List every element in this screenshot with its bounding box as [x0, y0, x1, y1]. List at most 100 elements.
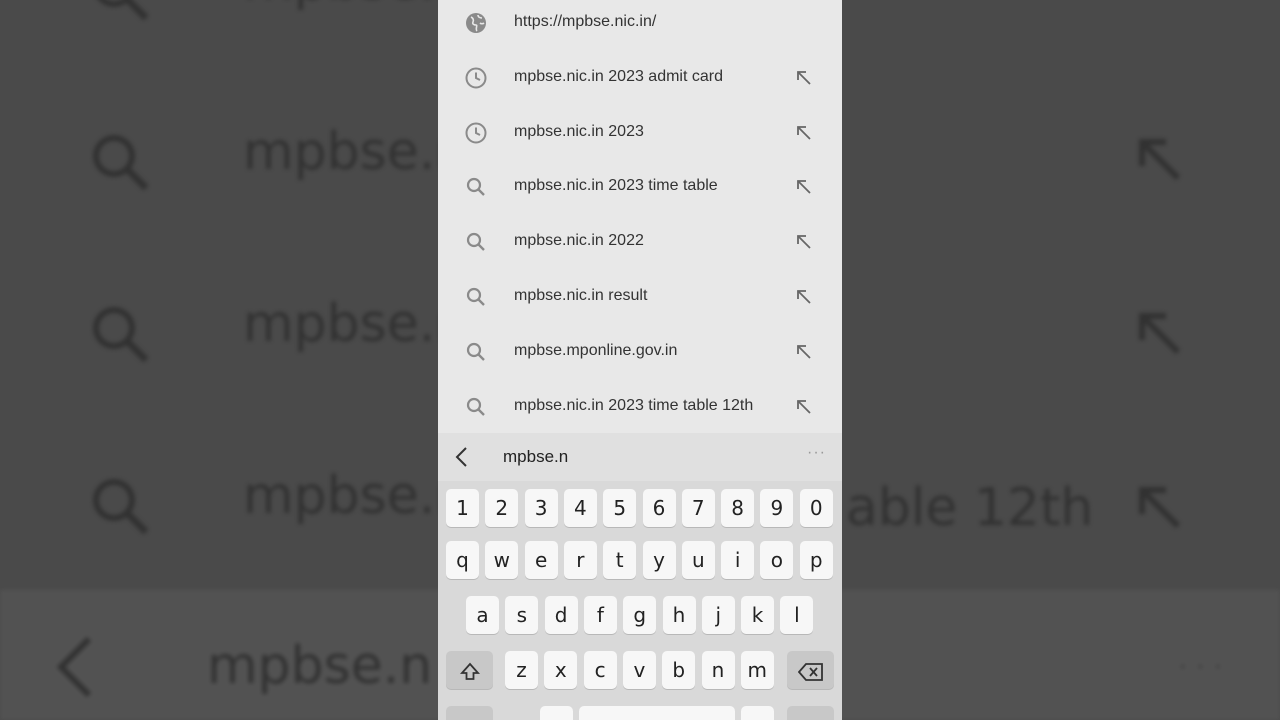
suggestion-item[interactable]: mpbse.nic.in result — [438, 269, 842, 324]
suggestion-item[interactable]: mpbse.nic.in 2023 admit card — [438, 50, 842, 105]
key-1[interactable]: 1 — [446, 489, 479, 527]
key-e[interactable]: e — [524, 541, 558, 579]
bg-row-text: mpbse.n — [243, 466, 469, 526]
search-icon — [93, 135, 149, 191]
key-a[interactable]: a — [466, 596, 499, 634]
suggestion-item[interactable]: mpbse.nic.in 2023 — [438, 105, 842, 160]
suggestion-text: https://mpbse.nic.in/ — [514, 13, 657, 30]
keyboard-row: asdfghjkl — [438, 596, 842, 640]
key-k[interactable]: k — [741, 596, 775, 634]
key-j[interactable]: j — [701, 596, 735, 634]
key-w[interactable]: w — [485, 541, 519, 579]
key-m[interactable]: m — [740, 651, 774, 689]
key-7[interactable]: 7 — [681, 489, 715, 527]
search-icon — [93, 479, 149, 535]
globe-icon — [464, 11, 488, 35]
keyboard-row: qwertyuiop — [438, 541, 842, 585]
key-c[interactable]: c — [583, 651, 617, 689]
key-u[interactable]: u — [681, 541, 715, 579]
key-0[interactable]: 0 — [799, 489, 833, 527]
suggestion-text: mpbse.nic.in 2023 time table 12th — [514, 396, 754, 414]
backspace-icon — [797, 662, 823, 681]
key-r[interactable]: r — [563, 541, 597, 579]
suggestion-item[interactable]: mpbse.mponline.gov.in — [438, 324, 842, 379]
search-icon — [98, 0, 149, 21]
typed-text[interactable]: mpbse.n — [503, 447, 568, 467]
bg-row-text: mpbse.n — [243, 122, 469, 182]
key-q[interactable]: q — [446, 541, 479, 579]
key-b[interactable]: b — [662, 651, 696, 689]
arrow-up-left-icon — [1139, 487, 1181, 529]
bg-row-text: mpbse.n — [243, 294, 469, 354]
key-h[interactable]: h — [662, 596, 696, 634]
fill-query-icon[interactable] — [796, 70, 812, 86]
symbols-key[interactable] — [446, 706, 493, 720]
backspace-key[interactable] — [787, 651, 834, 689]
arrow-up-left-icon — [1139, 139, 1181, 181]
history-icon — [464, 121, 488, 145]
suggestion-text: mpbse.nic.in result — [514, 287, 648, 304]
space-key[interactable] — [579, 706, 735, 720]
search-icon — [93, 307, 149, 363]
key-2[interactable]: 2 — [485, 489, 519, 527]
key-4[interactable]: 4 — [563, 489, 597, 527]
keyboard-toolbar: mpbse.n ··· — [438, 433, 842, 481]
fill-query-icon[interactable] — [796, 344, 812, 360]
suggestion-text: mpbse.nic.in 2023 time table — [514, 177, 718, 195]
suggestion-item[interactable]: mpbse.nic.in 2022 — [438, 214, 842, 269]
suggestion-text: mpbse.nic.in 2023 — [514, 122, 644, 140]
search-icon — [464, 175, 488, 199]
fill-query-icon[interactable] — [796, 399, 812, 415]
bg-row-text: mpbse.n — [243, 0, 468, 12]
shift-icon — [459, 662, 480, 680]
key-z[interactable]: z — [505, 651, 538, 689]
key-g[interactable]: g — [623, 596, 657, 634]
history-icon — [464, 66, 488, 90]
keyboard-row: 1234567890 — [438, 489, 842, 533]
period-key[interactable] — [741, 706, 774, 720]
key-9[interactable]: 9 — [760, 489, 794, 527]
key-i[interactable]: i — [721, 541, 755, 579]
key-n[interactable]: n — [701, 651, 735, 689]
keyboard-row: zxcvbnm — [438, 651, 842, 695]
keyboard-row-bottom — [438, 706, 842, 720]
fill-query-icon[interactable] — [796, 125, 812, 141]
suggestion-text: mpbse.nic.in 2023 admit card — [514, 67, 723, 85]
key-s[interactable]: s — [505, 596, 539, 634]
key-3[interactable]: 3 — [524, 489, 558, 527]
key-6[interactable]: 6 — [642, 489, 676, 527]
key-f[interactable]: f — [583, 596, 617, 634]
bg-input-text: mpbse.n — [207, 636, 433, 696]
key-t[interactable]: t — [603, 541, 637, 579]
key-o[interactable]: o — [760, 541, 794, 579]
suggestion-item[interactable]: mpbse.nic.in 2023 time table — [438, 159, 842, 214]
fill-query-icon[interactable] — [796, 179, 812, 195]
key-8[interactable]: 8 — [721, 489, 755, 527]
suggestion-text: mpbse.mponline.gov.in — [514, 341, 678, 359]
key-v[interactable]: v — [622, 651, 656, 689]
back-icon — [56, 636, 92, 698]
key-l[interactable]: l — [780, 596, 814, 634]
back-icon[interactable] — [454, 446, 470, 468]
go-key[interactable] — [787, 706, 834, 720]
key-p[interactable]: p — [799, 541, 833, 579]
suggestion-item[interactable]: mpbse.nic.in 2023 time table 12th — [438, 379, 842, 434]
search-icon — [464, 285, 488, 309]
suggestion-item[interactable]: https://mpbse.nic.in/ — [438, 0, 842, 50]
bg-right-fragment: able 12th — [846, 478, 1094, 538]
search-icon — [464, 230, 488, 254]
keyboard: 1234567890 qwertyuiop asdfghjkl zxcvbnm — [438, 481, 842, 720]
comma-key[interactable] — [540, 706, 573, 720]
arrow-up-left-icon — [1139, 313, 1181, 355]
suggestion-text: mpbse.nic.in 2022 — [514, 232, 644, 250]
key-d[interactable]: d — [544, 596, 578, 634]
search-icon — [464, 340, 488, 364]
key-5[interactable]: 5 — [603, 489, 637, 527]
fill-query-icon[interactable] — [796, 234, 812, 250]
fill-query-icon[interactable] — [796, 289, 812, 305]
key-x[interactable]: x — [544, 651, 578, 689]
more-options-icon[interactable]: ··· — [807, 444, 826, 462]
shift-key[interactable] — [446, 651, 493, 689]
key-y[interactable]: y — [642, 541, 676, 579]
more-icon: ··· — [1178, 650, 1231, 685]
